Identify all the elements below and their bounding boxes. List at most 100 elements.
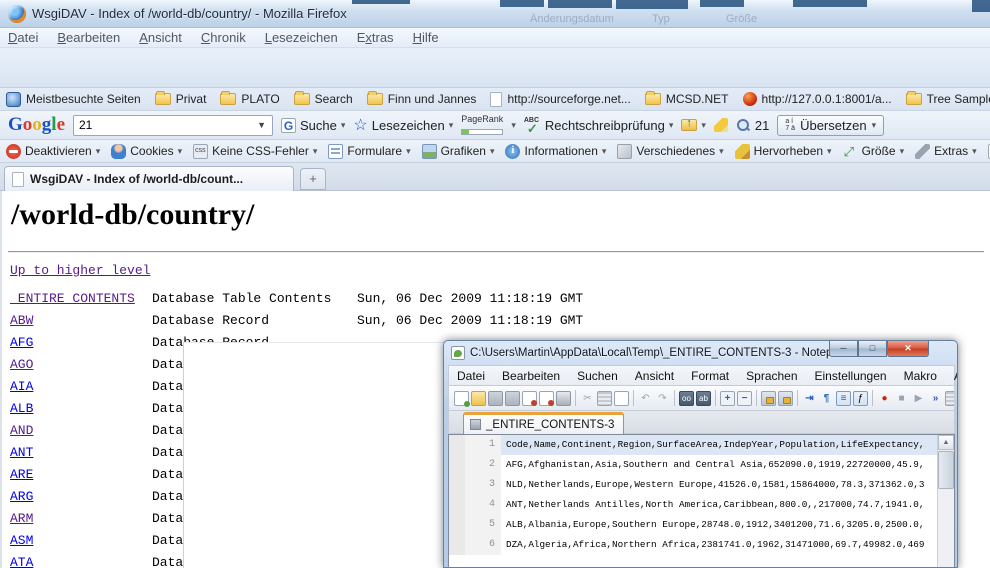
google-search-value[interactable]: 21 [79,118,92,132]
pagerank-widget[interactable]: PageRank [461,115,503,135]
undo-icon[interactable]: ↶ [638,391,653,406]
npp-menu-bearbeiten[interactable]: Bearbeiten [502,369,560,383]
line-text[interactable]: ANT,Netherlands Antilles,North America,C… [501,495,937,515]
editor-line[interactable]: 2AFG,Afghanistan,Asia,Southern and Centr… [449,455,937,475]
print-icon[interactable] [556,391,571,406]
editor-line[interactable]: 1Code,Name,Continent,Region,SurfaceArea,… [449,435,937,455]
redo-icon[interactable]: ↷ [655,391,670,406]
webdev-form[interactable]: Formulare▾ [328,144,410,159]
listing-link[interactable]: ABW [10,313,152,328]
editor-line[interactable]: 6DZA,Algeria,Africa,Northern Africa,2381… [449,535,937,555]
bookmark-item[interactable]: Finn und Jannes [367,92,477,106]
bookmark-item[interactable]: MCSD.NET [645,92,729,106]
line-text[interactable]: ALB,Albania,Europe,Southern Europe,28748… [501,515,937,535]
npp-menu-ansicht[interactable]: Ansicht [635,369,674,383]
npp-menu-makro[interactable]: Makro [904,369,937,383]
sync-scroll-h-icon[interactable] [778,391,793,406]
editor-line[interactable]: 4ANT,Netherlands Antilles,North America,… [449,495,937,515]
replace-icon[interactable]: ab [696,391,711,406]
listing-link[interactable]: AGO [10,357,152,372]
bookmark-item[interactable]: PLATO [220,92,279,106]
bookmark-item[interactable]: Privat [155,92,207,106]
npp-menu-ausführen[interactable]: Ausführen [954,369,958,383]
listing-link[interactable]: AFG [10,335,152,350]
editor-lines[interactable]: 1Code,Name,Continent,Region,SurfaceArea,… [449,435,937,568]
notepad-editor[interactable]: 1Code,Name,Continent,Region,SurfaceArea,… [448,434,955,568]
indent-guides-icon[interactable]: ≡ [836,391,851,406]
webdev-wrench[interactable]: Extras▾ [915,144,977,159]
close-all-icon[interactable] [539,391,554,406]
listing-link[interactable]: ALB [10,401,152,416]
editor-line[interactable]: 5ALB,Albania,Europe,Southern Europe,2874… [449,515,937,535]
macro-play-icon[interactable]: ▶ [911,391,926,406]
google-search-input[interactable]: 21 ▼ [73,115,273,136]
bookmark-item[interactable]: http://127.0.0.1:8001/a... [743,92,892,106]
listing-link[interactable]: ARM [10,511,152,526]
menu-hilfe[interactable]: Hilfe [413,30,439,45]
close-button[interactable]: ✕ [887,341,929,357]
translate-button[interactable]: a í 7 ä Übersetzen▾ [777,115,884,136]
menu-datei[interactable]: Datei [8,30,38,45]
bookmark-item[interactable]: Meistbesuchte Seiten [6,92,141,107]
open-file-icon[interactable] [471,391,486,406]
spellcheck-button[interactable]: ABC Rechtschreibprüfung▾ [524,117,674,133]
show-symbols-icon[interactable]: ¶ [819,391,834,406]
listing-link[interactable]: AIA [10,379,152,394]
webdev-img[interactable]: Grafiken▾ [422,144,495,159]
line-text[interactable]: Code,Name,Continent,Region,SurfaceArea,I… [501,435,937,455]
webdev-person[interactable]: Cookies▾ [111,144,182,159]
save-icon[interactable] [488,391,503,406]
sync-scroll-v-icon[interactable] [761,391,776,406]
listing-link[interactable]: ANT [10,445,152,460]
webdev-stop[interactable]: Deaktivieren▾ [6,144,100,159]
webdev-size[interactable]: Größe▾ [843,144,905,159]
maximize-button[interactable]: □ [858,341,887,357]
line-text[interactable]: AFG,Afghanistan,Asia,Southern and Centra… [501,455,937,475]
npp-menu-sprachen[interactable]: Sprachen [746,369,797,383]
listing-link[interactable]: ATA [10,555,152,568]
menu-lesezeichen[interactable]: Lesezeichen [265,30,338,45]
paste-icon[interactable] [614,391,629,406]
function-hints-icon[interactable]: ƒ [853,391,868,406]
listing-link[interactable]: ARE [10,467,152,482]
bookmark-item[interactable]: Tree Samples [906,92,990,106]
menu-extras[interactable]: Extras [357,30,394,45]
zoom-out-icon[interactable]: − [737,391,752,406]
new-tab-button[interactable]: + [300,168,326,190]
npp-menu-einstellungen[interactable]: Einstellungen [815,369,887,383]
listing-link[interactable]: AND [10,423,152,438]
line-text[interactable]: DZA,Algeria,Africa,Northern Africa,23817… [501,535,937,555]
google-search-button[interactable]: G Suche▾ [281,118,345,133]
scrollbar-up-arrow[interactable]: ▲ [938,435,954,450]
up-to-higher-level-link[interactable]: Up to higher level [10,263,150,278]
macro-stop-icon[interactable]: ■ [894,391,909,406]
save-all-icon[interactable] [505,391,520,406]
find-icon[interactable]: oo [679,391,694,406]
listing-link[interactable]: ARG [10,489,152,504]
npp-menu-datei[interactable]: Datei [457,369,485,383]
bookmark-item[interactable]: Search [294,92,353,106]
word-find-button[interactable]: 21 [736,118,769,133]
npp-menu-format[interactable]: Format [691,369,729,383]
menu-ansicht[interactable]: Ansicht [139,30,182,45]
npp-menu-suchen[interactable]: Suchen [577,369,618,383]
close-file-icon[interactable] [522,391,537,406]
search-dropdown-icon[interactable]: ▼ [257,120,272,130]
webdev-brush[interactable]: Hervorheben▾ [735,144,832,159]
tab-wsgidav[interactable]: WsgiDAV - Index of /world-db/count... [4,166,294,191]
copy-icon[interactable] [597,391,612,406]
bookmark-item[interactable]: http://sourceforge.net... [490,92,630,107]
editor-line[interactable]: 3NLD,Netherlands,Europe,Western Europe,4… [449,475,937,495]
highlighter-button[interactable] [714,118,728,132]
webdev-cube[interactable]: Verschiedenes▾ [617,144,723,159]
listing-link[interactable]: _ENTIRE_CONTENTS [10,291,152,306]
webdev-info[interactable]: Informationen▾ [505,144,606,159]
listing-link[interactable]: ASM [10,533,152,548]
macro-save-icon[interactable] [945,391,955,406]
editor-vertical-scrollbar[interactable]: ▲ [937,435,954,568]
scrollbar-thumb[interactable] [938,451,954,489]
new-file-icon[interactable] [454,391,469,406]
google-bookmarks-button[interactable]: ☆ Lesezeichen▾ [353,115,453,135]
webdev-css[interactable]: Keine CSS-Fehler▾ [193,144,317,159]
send-to-button[interactable]: ▾ [681,119,706,131]
